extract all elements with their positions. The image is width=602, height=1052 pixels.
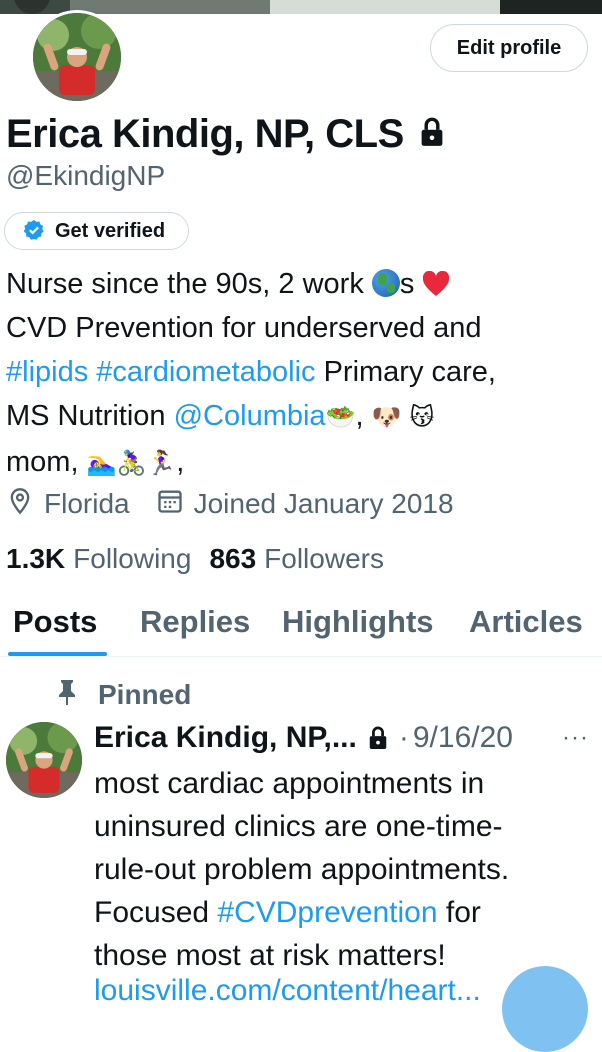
profile-avatar[interactable] (30, 10, 124, 104)
profile-joined: Joined January 2018 (156, 487, 454, 522)
profile-location: Florida (6, 487, 130, 522)
runner-emoji-icon: 🏃‍♀️ (146, 450, 177, 477)
heart-emoji-icon (423, 271, 450, 296)
hashtag-cvdprevention[interactable]: #CVDprevention (217, 896, 437, 929)
tab-highlights[interactable]: Highlights (282, 604, 434, 640)
salad-emoji-icon: 🥗 (325, 404, 356, 431)
tab-posts[interactable]: Posts (13, 604, 97, 640)
active-tab-indicator (8, 652, 107, 656)
post-link[interactable]: louisville.com/content/heart... (94, 974, 481, 1008)
get-verified-label: Get verified (55, 219, 166, 242)
more-icon[interactable]: ··· (562, 724, 589, 752)
mention-columbia[interactable]: @Columbia (174, 400, 326, 432)
following-label[interactable]: Following (73, 543, 191, 575)
profile-tabs: Posts Replies Highlights Articles (0, 598, 602, 657)
post-text: most cardiac appointments in uninsured c… (94, 767, 510, 972)
location-icon (6, 487, 34, 522)
calendar-icon (156, 487, 184, 522)
hashtag-cardiometabolic[interactable]: #cardiometabolic (96, 356, 315, 388)
follow-stats: 1.3K Following 863 Followers (6, 540, 402, 578)
cat-emoji-icon: 😽 (409, 404, 435, 431)
globe-emoji-icon (371, 269, 400, 297)
profile-bio: Nurse since the 90s, 2 work s CVD Preven… (6, 262, 596, 486)
followers-count[interactable]: 863 (209, 543, 256, 575)
get-verified-button[interactable]: Get verified (4, 212, 189, 250)
tab-articles[interactable]: Articles (469, 604, 583, 640)
following-count[interactable]: 1.3K (6, 543, 65, 575)
cyclist-emoji-icon: 🚴‍♀️ (116, 450, 147, 477)
lock-icon (418, 117, 446, 152)
edit-profile-button[interactable]: Edit profile (430, 24, 588, 72)
dog-emoji-icon: 🐶 (371, 404, 402, 431)
compose-post-button[interactable] (502, 966, 588, 1052)
post-author-name[interactable]: Erica Kindig, NP,... (94, 721, 357, 755)
pin-icon (56, 678, 78, 713)
verified-badge-icon (23, 219, 45, 244)
profile-handle: @EkindigNP (6, 160, 166, 191)
lock-icon (367, 725, 389, 751)
hashtag-lipids[interactable]: #lipids (6, 356, 88, 388)
tab-replies[interactable]: Replies (140, 604, 250, 640)
profile-name: Erica Kindig, NP, CLS (6, 111, 404, 156)
profile-meta: Florida Joined January 2018 (6, 486, 480, 522)
post-date[interactable]: 9/16/20 (413, 721, 513, 755)
post-header: Erica Kindig, NP,... · 9/16/20 (94, 721, 513, 755)
profile-name-row: Erica Kindig, NP, CLS (6, 108, 446, 160)
post-author-avatar[interactable] (6, 722, 82, 798)
swimmer-emoji-icon: 🏊‍♀️ (86, 450, 117, 477)
followers-label[interactable]: Followers (264, 543, 384, 575)
pinned-label-row: Pinned (56, 676, 191, 714)
